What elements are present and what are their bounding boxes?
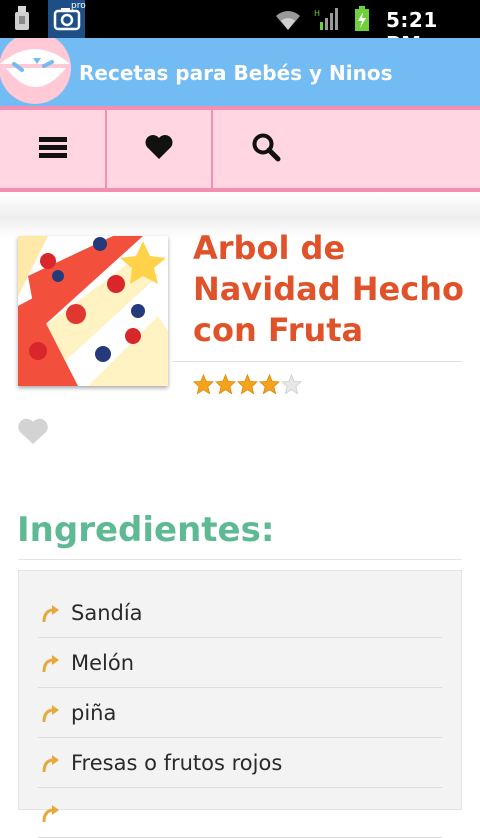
ingredients-divider bbox=[18, 559, 462, 560]
signal-icon: H bbox=[314, 6, 340, 36]
search-icon bbox=[251, 132, 281, 166]
menu-button[interactable] bbox=[0, 110, 106, 188]
curved-arrow-icon bbox=[40, 802, 62, 828]
camera-pro-badge: pro bbox=[71, 1, 86, 11]
app-title: Recetas para Bebés y Ninos bbox=[79, 61, 393, 85]
title-divider bbox=[172, 361, 462, 362]
svg-text:H: H bbox=[314, 9, 320, 18]
ingredient-label: Fresas o frutos rojos bbox=[71, 751, 283, 775]
ingredient-item: Fresas o frutos rojos bbox=[38, 738, 442, 788]
star-empty-icon bbox=[280, 373, 303, 398]
ingredient-label: Sandía bbox=[71, 601, 143, 625]
curved-arrow-icon bbox=[40, 752, 62, 778]
star-filled-icon bbox=[236, 373, 259, 398]
ingredients-heading: Ingredientes: bbox=[17, 510, 275, 550]
usb-icon bbox=[14, 6, 30, 36]
favorites-button[interactable] bbox=[107, 110, 211, 188]
status-bar: pro H 5:21 PM bbox=[0, 0, 480, 56]
ingredient-item: Melón bbox=[38, 638, 442, 688]
heart-outline-icon[interactable] bbox=[17, 418, 49, 450]
search-button[interactable] bbox=[213, 110, 319, 188]
toolbar bbox=[0, 106, 480, 192]
rating-stars bbox=[192, 373, 303, 398]
recipe-title: Arbol de Navidad Hecho con Fruta bbox=[193, 229, 464, 349]
curved-arrow-icon bbox=[40, 602, 62, 628]
menu-icon bbox=[39, 135, 67, 163]
ingredient-label: piña bbox=[71, 701, 117, 725]
battery-charging-icon bbox=[354, 6, 370, 36]
star-filled-icon bbox=[258, 373, 281, 398]
recipe-photo[interactable] bbox=[18, 236, 168, 386]
star-filled-icon bbox=[214, 373, 237, 398]
heart-icon bbox=[144, 134, 174, 164]
ingredient-item: piña bbox=[38, 688, 442, 738]
curved-arrow-icon bbox=[40, 702, 62, 728]
ingredient-item: Sandía bbox=[38, 588, 442, 638]
wifi-icon bbox=[272, 6, 304, 36]
ingredient-label: Melón bbox=[71, 651, 135, 675]
ingredient-item bbox=[38, 788, 442, 838]
baby-face-logo bbox=[0, 38, 76, 106]
curved-arrow-icon bbox=[40, 652, 62, 678]
star-filled-icon bbox=[192, 373, 215, 398]
